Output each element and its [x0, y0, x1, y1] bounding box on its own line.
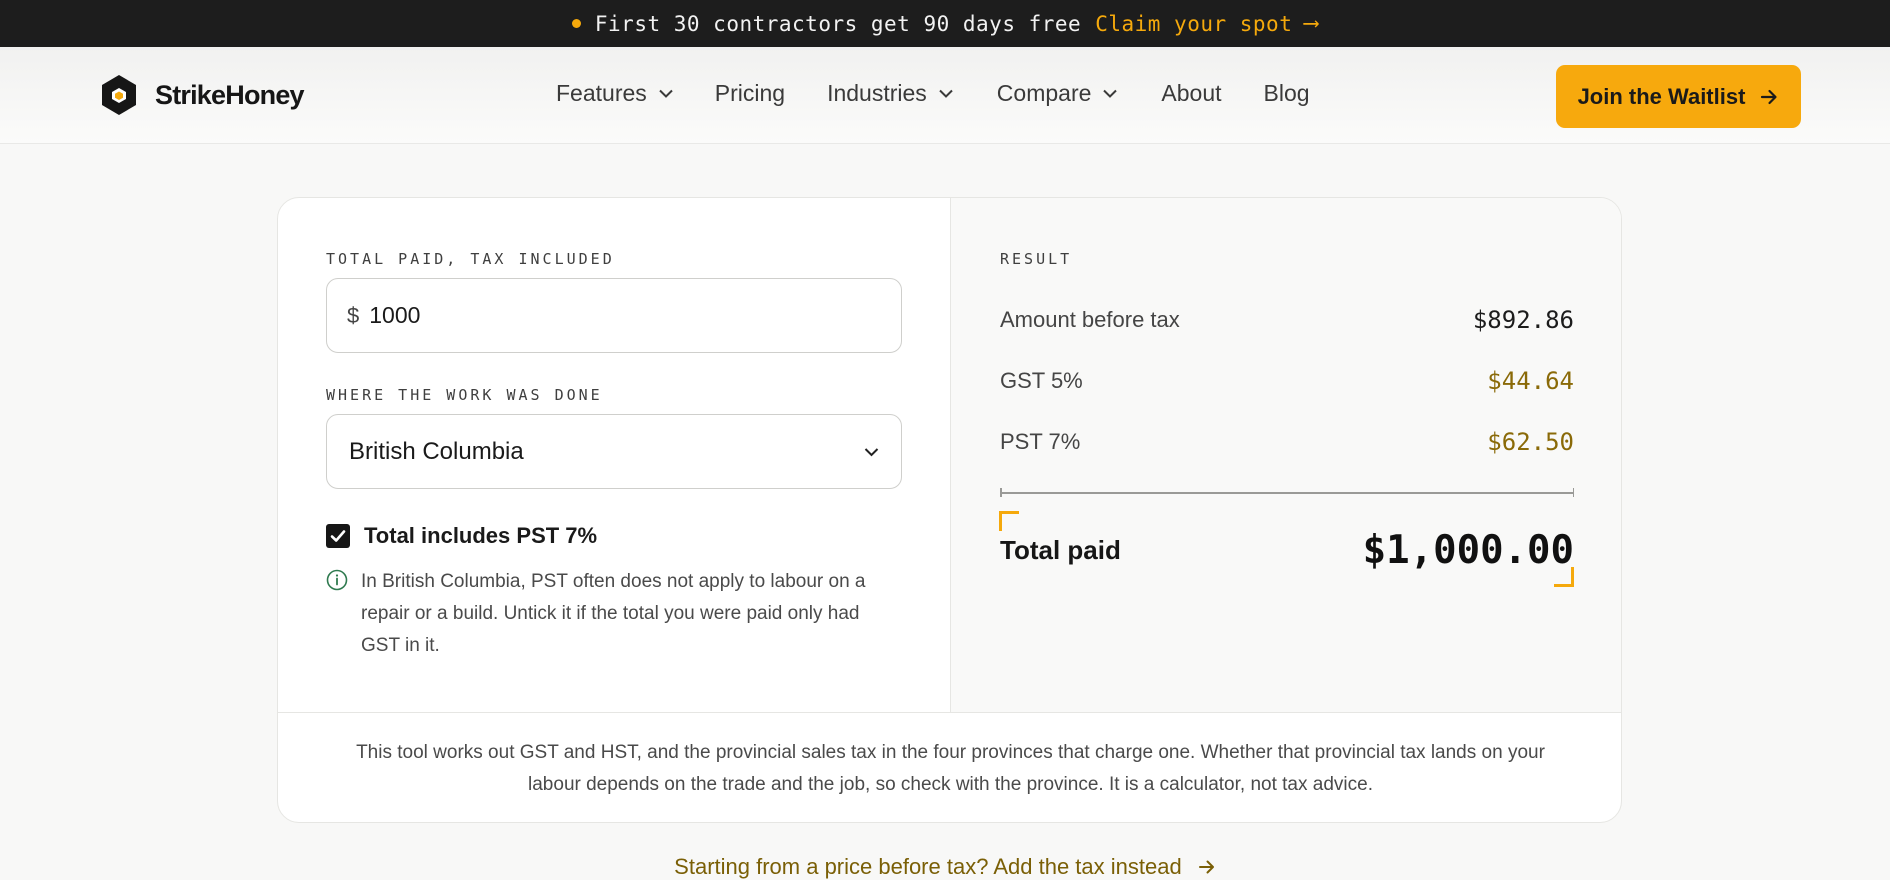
- arrow-right-icon: [1198, 860, 1214, 874]
- total-paid-name: Total paid: [1000, 535, 1121, 565]
- result-label: RESULT: [1000, 250, 1073, 268]
- nav-item-compare[interactable]: Compare: [997, 80, 1118, 107]
- total-paid-label: TOTAL PAID, TAX INCLUDED: [326, 250, 615, 268]
- province-select[interactable]: British Columbia: [326, 414, 902, 489]
- claim-spot-link[interactable]: Claim your spot ⟶: [1095, 11, 1318, 36]
- total-paid-input[interactable]: [369, 302, 870, 329]
- result-row-before-tax: Amount before tax $892.86: [1000, 306, 1574, 334]
- pst-info-note: In British Columbia, PST often does not …: [326, 566, 886, 662]
- pst-info-text: In British Columbia, PST often does not …: [361, 571, 866, 656]
- total-paid-field[interactable]: $: [326, 278, 902, 353]
- checkmark-icon: [330, 530, 346, 542]
- nav-item-label: Compare: [996, 80, 1092, 106]
- site-header: StrikeHoney Features Pricing Industries …: [0, 47, 1890, 144]
- arrow-right-icon: [1761, 89, 1778, 104]
- main-nav: Features Pricing Industries Compare Abou…: [556, 80, 1310, 107]
- nav-item-label: About: [1161, 80, 1222, 106]
- input-pane: TOTAL PAID, TAX INCLUDED $ WHERE THE WOR…: [278, 198, 950, 712]
- result-row-name: Amount before tax: [1000, 307, 1180, 332]
- corner-bracket-bottom-right: [1554, 567, 1574, 587]
- location-label: WHERE THE WORK WAS DONE: [326, 386, 603, 404]
- announcement-bar: First 30 contractors get 90 days free Cl…: [0, 0, 1890, 47]
- result-row-value: $892.86: [1472, 306, 1574, 334]
- logo[interactable]: StrikeHoney: [101, 74, 305, 116]
- chevron-down-icon: [864, 447, 879, 456]
- disclaimer-text: This tool works out GST and HST, and the…: [356, 741, 1545, 795]
- nav-item-label: Blog: [1263, 80, 1310, 106]
- currency-symbol: $: [347, 302, 360, 328]
- nav-item-label: Features: [556, 80, 647, 106]
- result-divider: [1000, 488, 1574, 497]
- result-row-value: $62.50: [1487, 428, 1574, 456]
- chevron-down-icon: [1103, 89, 1118, 98]
- nav-item-label: Industries: [827, 80, 927, 106]
- total-paid-value: $1,000.00: [1362, 528, 1574, 573]
- brand-name: StrikeHoney: [155, 79, 305, 110]
- announcement-dot-icon: [571, 19, 581, 28]
- nav-item-features[interactable]: Features: [556, 80, 673, 107]
- disclaimer-section: This tool works out GST and HST, and the…: [278, 712, 1621, 822]
- result-pane: RESULT Amount before tax $892.86 GST 5% …: [950, 198, 1621, 712]
- province-select-value: British Columbia: [349, 437, 524, 465]
- chevron-down-icon: [659, 89, 673, 98]
- nav-item-about[interactable]: About: [1161, 80, 1221, 107]
- nav-item-label: Pricing: [714, 80, 786, 106]
- join-waitlist-label: Join the Waitlist: [1577, 83, 1746, 109]
- pst-checkbox-row[interactable]: Total includes PST 7%: [326, 523, 597, 549]
- nav-item-industries[interactable]: Industries: [827, 80, 953, 107]
- info-icon: [326, 569, 348, 591]
- nav-item-pricing[interactable]: Pricing: [715, 80, 785, 107]
- hexagon-honeycomb-icon: [102, 75, 136, 115]
- announcement-text: First 30 contractors get 90 days free: [594, 11, 1082, 36]
- result-row-gst: GST 5% $44.64: [1000, 367, 1574, 395]
- pst-checkbox[interactable]: [326, 524, 350, 548]
- arrow-right-icon: ⟶: [1304, 11, 1319, 36]
- tax-calculator-card: TOTAL PAID, TAX INCLUDED $ WHERE THE WOR…: [277, 197, 1622, 823]
- result-row-name: GST 5%: [1000, 368, 1083, 393]
- pst-checkbox-label: Total includes PST 7%: [364, 523, 598, 548]
- nav-item-blog[interactable]: Blog: [1264, 80, 1310, 107]
- result-row-total: Total paid $1,000.00: [1000, 528, 1574, 573]
- result-row-pst: PST 7% $62.50: [1000, 428, 1574, 456]
- claim-spot-label: Claim your spot: [1095, 11, 1293, 36]
- add-tax-instead-link[interactable]: Starting from a price before tax? Add th…: [0, 854, 1890, 880]
- join-waitlist-button[interactable]: Join the Waitlist: [1556, 65, 1801, 128]
- result-row-name: PST 7%: [1000, 429, 1081, 454]
- result-row-value: $44.64: [1487, 367, 1574, 395]
- add-tax-instead-label: Starting from a price before tax? Add th…: [674, 854, 1182, 879]
- chevron-down-icon: [939, 89, 953, 98]
